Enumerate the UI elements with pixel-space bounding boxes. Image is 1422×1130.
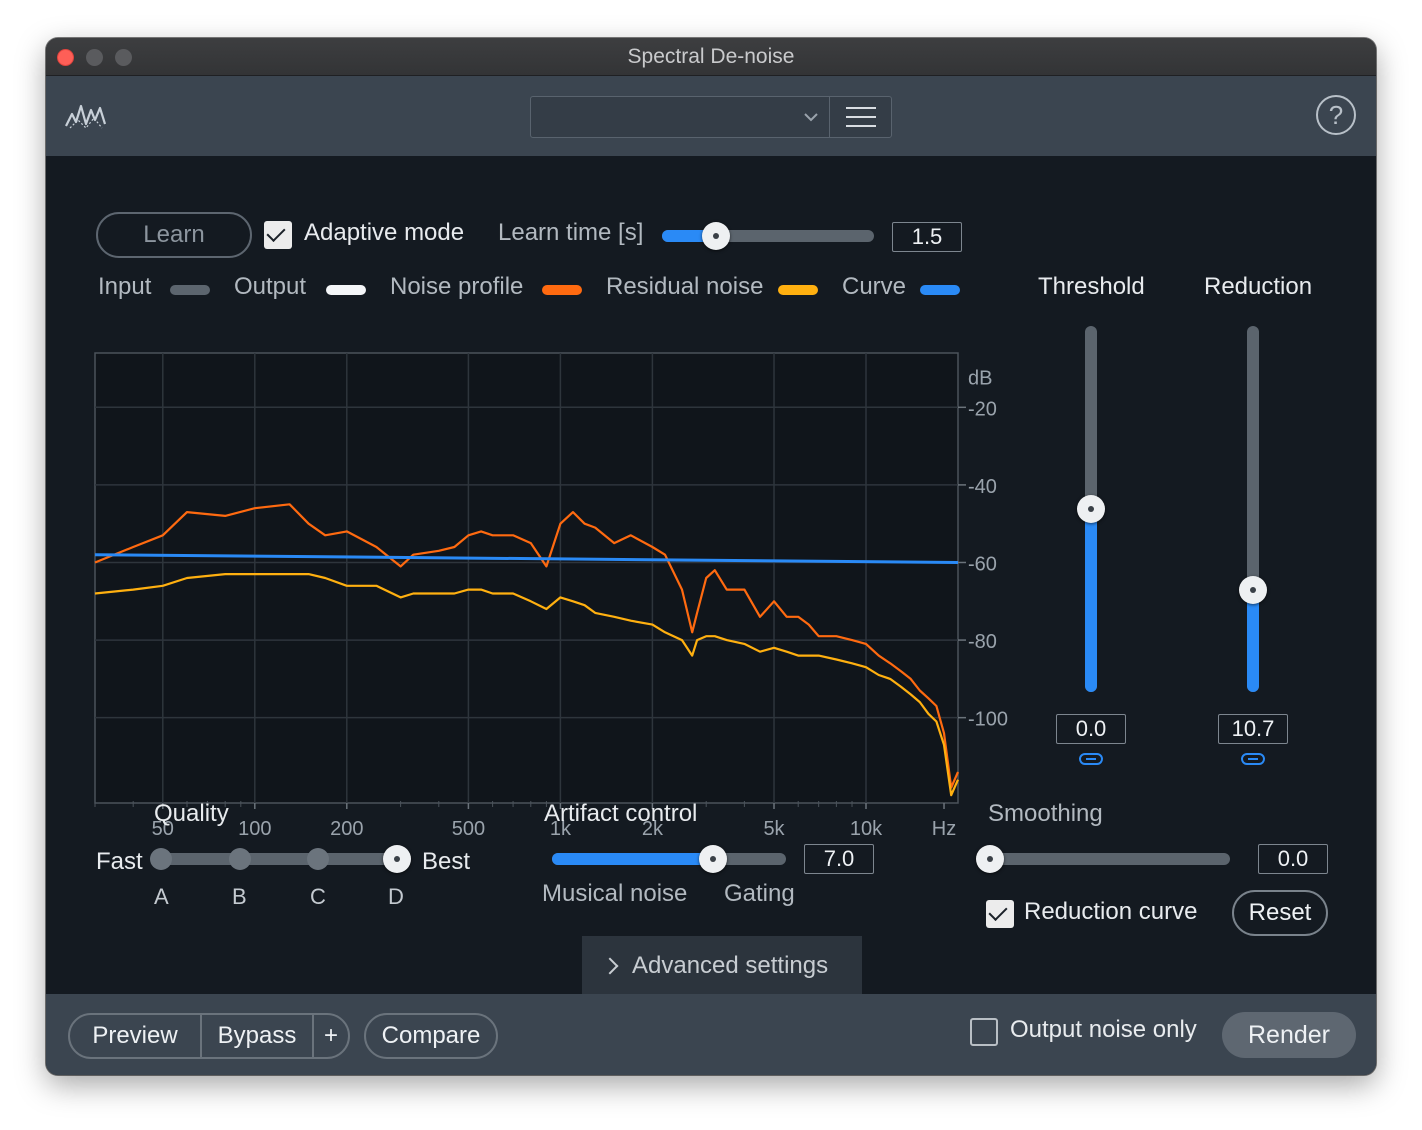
adaptive-mode-checkbox[interactable]	[264, 221, 292, 249]
legend-curve-swatch	[920, 285, 960, 295]
reduction-slider-knob[interactable]	[1239, 576, 1267, 605]
artifact-control-slider[interactable]	[552, 845, 786, 873]
preset-control	[530, 96, 892, 138]
quality-option-b[interactable]	[229, 848, 251, 870]
window-title: Spectral De-noise	[627, 45, 795, 68]
reduction-slider-fill	[1247, 590, 1259, 692]
smoothing-label: Smoothing	[988, 800, 1103, 827]
x-tick-label: Hz	[932, 818, 956, 840]
y-tick-label: -100	[968, 709, 1008, 731]
artifact-control-label: Artifact control	[544, 800, 698, 827]
hamburger-icon	[846, 107, 876, 109]
reduction-slider[interactable]	[1239, 326, 1267, 692]
quality-best-label: Best	[422, 848, 471, 875]
quality-slider[interactable]	[160, 853, 400, 865]
quality-letter-a: A	[154, 884, 169, 909]
plugin-window: Spectral De-noise ? Learn Adaptive mode …	[46, 38, 1376, 1075]
compare-button[interactable]: Compare	[364, 1013, 498, 1059]
legend-input-label: Input	[98, 273, 152, 300]
y-tick-label: -60	[968, 553, 997, 575]
learn-time-slider-knob[interactable]	[702, 222, 730, 250]
x-tick-label: 500	[452, 818, 485, 840]
gating-label: Gating	[724, 880, 795, 907]
hamburger-icon-line	[846, 125, 876, 127]
x-tick-label: 5k	[763, 818, 785, 840]
reduction-curve-label: Reduction curve	[1024, 898, 1198, 925]
adaptive-mode-label: Adaptive mode	[304, 219, 465, 246]
learn-time-label: Learn time [s]	[498, 219, 644, 246]
legend-input-swatch	[170, 285, 210, 295]
reduction-value[interactable]: 10.7	[1218, 714, 1288, 744]
main-panel: Learn Adaptive mode Learn time [s] 1.5 I…	[46, 156, 1376, 994]
smoothing-slider[interactable]	[976, 845, 1230, 873]
bypass-button[interactable]: Bypass	[202, 1015, 312, 1057]
title-bar: Spectral De-noise	[46, 38, 1376, 76]
toolbar: ?	[46, 76, 1376, 156]
legend-noise-profile-swatch	[542, 285, 582, 295]
hamburger-icon-line	[846, 116, 876, 118]
footer-bar: Preview Bypass + Compare Output noise on…	[46, 994, 1376, 1075]
artifact-control-slider-fill	[552, 853, 714, 865]
threshold-value[interactable]: 0.0	[1056, 714, 1126, 744]
legend-residual-noise-label: Residual noise	[606, 273, 764, 300]
threshold-slider-fill	[1085, 509, 1097, 692]
quality-letter-c: C	[310, 884, 326, 909]
add-button[interactable]: +	[314, 1015, 348, 1057]
smoothing-slider-knob[interactable]	[976, 845, 1004, 873]
output-noise-only-label: Output noise only	[1010, 1016, 1197, 1043]
reset-button[interactable]: Reset	[1232, 890, 1328, 936]
render-button[interactable]: Render	[1222, 1012, 1356, 1058]
advanced-settings-button[interactable]: Advanced settings	[582, 936, 862, 994]
reduction-link-icon[interactable]	[1240, 752, 1266, 766]
learn-time-slider[interactable]	[662, 222, 874, 250]
quality-option-d-selected[interactable]	[383, 845, 411, 873]
chevron-right-icon	[601, 957, 619, 975]
threshold-slider[interactable]	[1077, 326, 1105, 692]
y-tick-label: dB	[968, 367, 992, 389]
y-tick-label: -80	[968, 631, 997, 653]
y-tick-label: -40	[968, 476, 997, 498]
threshold-slider-knob[interactable]	[1077, 495, 1105, 523]
y-tick-label: -20	[968, 398, 997, 420]
preview-button[interactable]: Preview	[70, 1015, 200, 1057]
threshold-label: Threshold	[1038, 273, 1145, 300]
learn-time-value[interactable]: 1.5	[892, 222, 962, 252]
preview-bypass-group: Preview Bypass +	[68, 1013, 350, 1059]
legend-residual-noise-swatch	[778, 285, 818, 295]
quality-option-a[interactable]	[150, 848, 172, 870]
legend-noise-profile-label: Noise profile	[390, 273, 524, 300]
quality-option-c[interactable]	[307, 848, 329, 870]
x-tick-label: 100	[238, 818, 271, 840]
reduction-label: Reduction	[1204, 273, 1313, 300]
legend-output-label: Output	[234, 273, 307, 300]
musical-noise-label: Musical noise	[542, 880, 688, 907]
spectrum-graph[interactable]: 50 100 200 500 1k 2k 5k 10k Hz dB-20-40-60-80-10…	[94, 352, 1014, 842]
learn-button[interactable]: Learn	[96, 212, 252, 258]
legend-curve-label: Curve	[842, 273, 907, 300]
artifact-control-slider-knob[interactable]	[699, 845, 728, 873]
advanced-settings-label: Advanced settings	[632, 952, 829, 979]
threshold-link-icon[interactable]	[1078, 752, 1104, 766]
chevron-down-icon	[804, 113, 818, 122]
y-axis: dB -20 -40 -60 -80 -100	[958, 367, 1008, 731]
help-button[interactable]: ?	[1316, 95, 1356, 135]
quality-letter-b: B	[232, 884, 247, 909]
quality-fast-label: Fast	[96, 848, 143, 875]
legend-output-swatch	[326, 285, 366, 295]
preset-menu-button[interactable]	[829, 97, 891, 137]
check-icon	[266, 222, 286, 243]
izotope-logo-icon	[65, 104, 107, 129]
graph-area	[94, 352, 959, 804]
preset-dropdown[interactable]	[531, 97, 829, 137]
reduction-curve-checkbox[interactable]	[986, 900, 1014, 928]
artifact-control-value[interactable]: 7.0	[804, 844, 874, 874]
x-tick-label: 10k	[850, 818, 883, 840]
x-tick-label: 200	[330, 818, 363, 840]
smoothing-value[interactable]: 0.0	[1258, 844, 1328, 874]
quality-letter-d: D	[388, 884, 404, 909]
quality-label: Quality	[154, 800, 229, 827]
check-icon	[988, 901, 1008, 922]
output-noise-only-checkbox[interactable]	[970, 1018, 998, 1046]
